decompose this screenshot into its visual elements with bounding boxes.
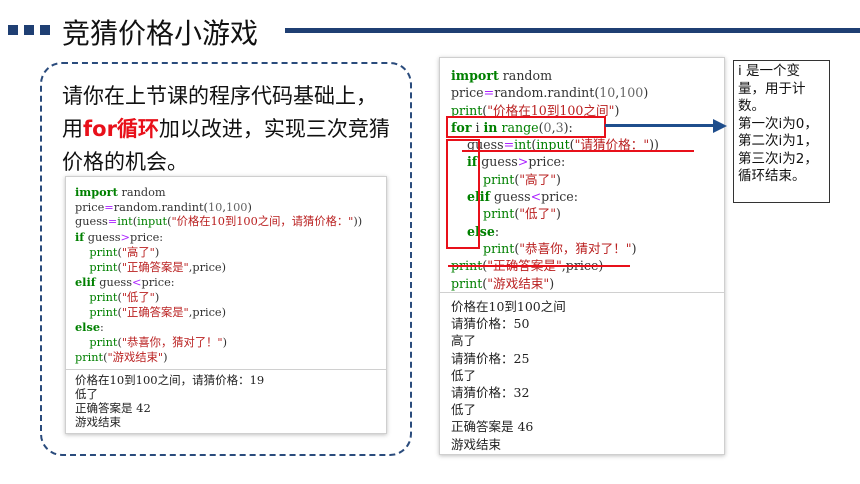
code-line: price=random.randint(10,100) — [75, 200, 252, 214]
note-line: 数。 — [738, 98, 765, 114]
guess-line-underline — [462, 150, 694, 152]
output-line: 游戏结束 — [75, 415, 121, 429]
code-line: print("低了") — [89, 290, 160, 304]
note-line: 量，用于计 — [738, 80, 806, 97]
right-output-separator — [440, 292, 724, 293]
code-line: else: — [467, 223, 500, 239]
output-line: 正确答案是 42 — [75, 401, 151, 415]
arrow-head-icon — [713, 119, 727, 133]
output-line: 高了 — [451, 333, 477, 349]
left-code: import random price=random.randint(10,100… — [75, 185, 362, 365]
code-line: print("高了") — [89, 245, 160, 259]
output-line: 价格在10到100之间，请猜价格：19 — [75, 373, 265, 387]
right-output: 价格在10到100之间 请猜价格：50 高了 请猜价格：25 低了 请猜价格：32 低了 正确… — [451, 298, 566, 453]
arrow-shaft — [605, 124, 715, 127]
output-line: 游戏结束 — [451, 436, 502, 452]
code-line: if guess>price: — [467, 154, 566, 170]
code-line: guess=int(input("价格在10到100之间，请猜价格：")) — [75, 215, 363, 229]
code-line: print("正确答案是",price) — [89, 260, 227, 274]
note-line: i 是一个变 — [738, 63, 801, 79]
output-line: 正确答案是 46 — [451, 419, 534, 435]
output-line: 低了 — [75, 387, 98, 401]
output-line: 请猜价格：50 — [451, 316, 530, 332]
code-line: price=random.randint(10,100) — [451, 85, 649, 101]
code-line: print("正确答案是",price) — [89, 305, 227, 319]
indent-highlight-box — [446, 139, 480, 249]
answer-line-underline — [448, 265, 630, 267]
code-line: print("游戏结束") — [75, 350, 168, 364]
code-line: import random — [75, 185, 166, 199]
header-square-1 — [8, 25, 18, 35]
code-line: print("低了") — [483, 206, 561, 222]
page-title: 竞猜价格小游戏 — [62, 17, 259, 50]
note-line: 第二次i为1， — [738, 133, 818, 149]
code-line: print("高了") — [483, 171, 561, 187]
right-code: import random price=random.randint(10,100… — [451, 67, 659, 292]
variable-note: i 是一个变 量，用于计 数。 第一次i为0， 第二次i为1， 第三次i为2， … — [733, 60, 830, 203]
output-line: 请猜价格：25 — [451, 350, 530, 366]
code-line: else: — [75, 320, 104, 335]
code-line: elif guess<price: — [75, 275, 175, 290]
output-line: 低了 — [451, 402, 477, 418]
output-line: 请猜价格：32 — [451, 385, 530, 401]
header-square-2 — [24, 25, 34, 35]
code-line: elif guess<price: — [467, 189, 578, 205]
header-rule — [285, 28, 860, 33]
note-line: 第三次i为2， — [738, 150, 818, 167]
left-code-panel: import random price=random.randint(10,100… — [65, 176, 387, 434]
note-line: 第一次i为0， — [738, 115, 818, 132]
intro-text: 请你在上节课的程序代码基础上，用for循环加以改进，实现三次竞猜价格的机会。 — [62, 80, 392, 179]
output-line: 低了 — [451, 367, 477, 383]
intro-highlight: for循环 — [83, 117, 159, 141]
code-line: print("恭喜你，猜对了！") — [89, 336, 228, 350]
note-line: 循环结束。 — [738, 168, 806, 184]
code-line: print("恭喜你，猜对了！") — [483, 240, 637, 256]
left-output-separator — [66, 369, 386, 370]
code-line: import random — [451, 68, 553, 83]
code-line: print("游戏结束") — [451, 275, 555, 291]
for-line-highlight-box — [446, 116, 606, 138]
left-output: 价格在10到100之间，请猜价格：19 低了 正确答案是 42 游戏结束 — [75, 373, 264, 429]
header-square-3 — [40, 25, 50, 35]
code-line: if guess>price: — [75, 230, 164, 245]
output-line: 价格在10到100之间 — [451, 299, 566, 314]
